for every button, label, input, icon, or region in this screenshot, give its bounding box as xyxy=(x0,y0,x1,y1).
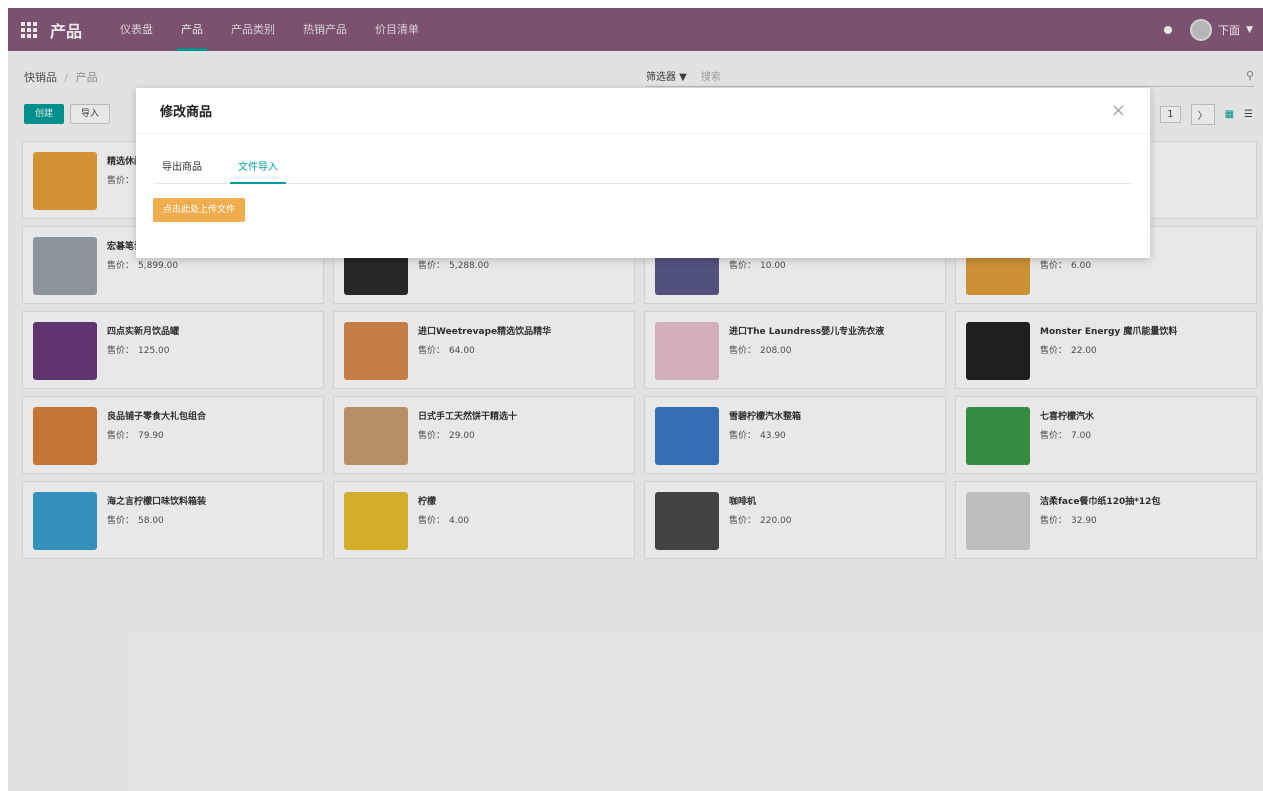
dialog-header: 修改商品 × xyxy=(136,88,1150,134)
dialog-tabs: 导出商品 文件导入 xyxy=(154,148,1132,184)
dialog-title: 修改商品 xyxy=(160,105,213,120)
tab-file-import[interactable]: 文件导入 xyxy=(230,158,286,184)
app-window: 产品 仪表盘 产品 产品类别 热销产品 价目清单 下面 ▼ 快销品 / 产品 筛… xyxy=(8,8,1263,791)
close-icon[interactable]: × xyxy=(1111,101,1126,120)
tab-export-products[interactable]: 导出商品 xyxy=(154,158,210,183)
upload-file-button[interactable]: 点击此处上传文件 xyxy=(153,198,246,222)
edit-product-dialog: 修改商品 × 导出商品 文件导入 点击此处上传文件 xyxy=(136,88,1150,258)
